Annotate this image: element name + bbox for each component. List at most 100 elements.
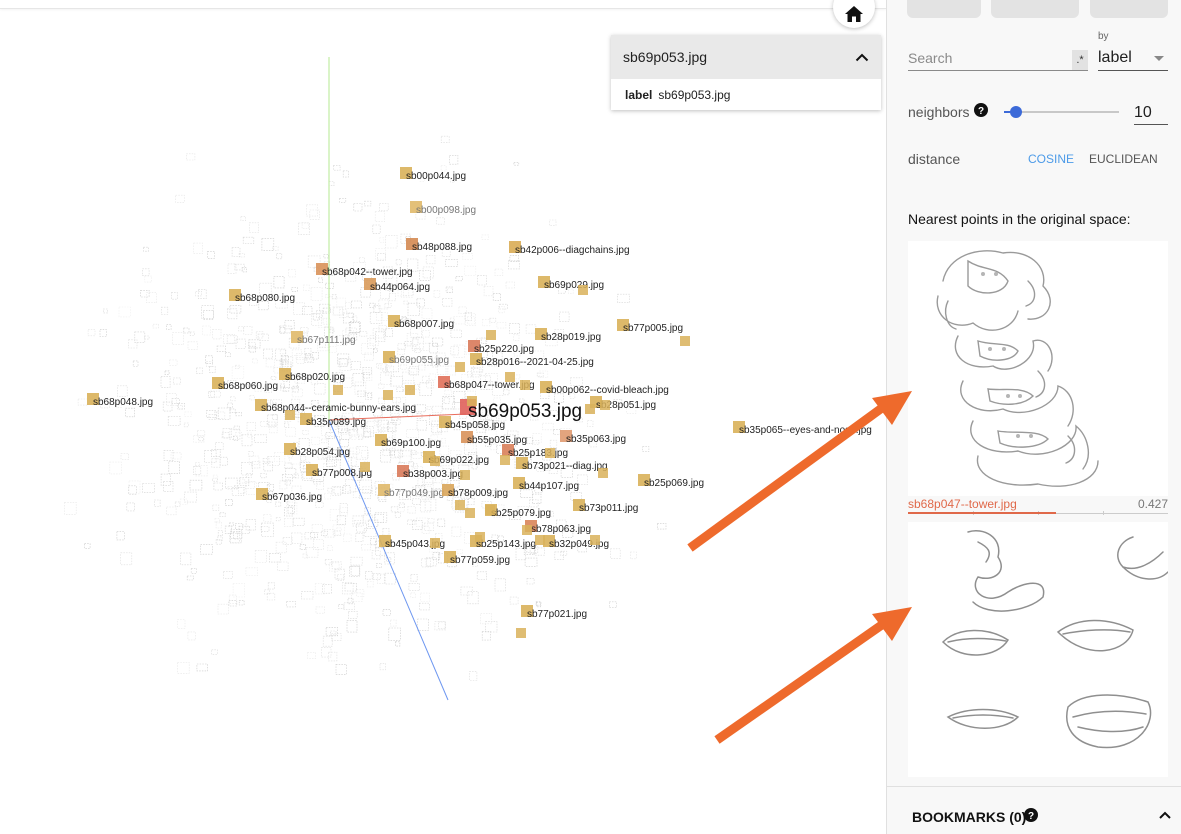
nearest-point-label[interactable]: sb68p047--tower.jpg bbox=[908, 497, 1017, 511]
help-icon[interactable]: ? bbox=[974, 103, 988, 117]
data-point[interactable]: sb28p051.jpg bbox=[590, 396, 656, 411]
svg-text:?: ? bbox=[978, 106, 984, 117]
point-thumbnail[interactable] bbox=[520, 380, 530, 390]
point-thumbnail[interactable] bbox=[505, 372, 515, 382]
data-point[interactable]: sb68p042--tower.jpg bbox=[316, 263, 413, 278]
data-point[interactable]: sb77p005.jpg bbox=[617, 319, 683, 334]
data-point[interactable]: sb68p020.jpg bbox=[279, 368, 345, 383]
data-point[interactable]: sb35p089.jpg bbox=[300, 413, 366, 428]
data-point[interactable]: sb35p065--eyes-and-nose.jpg bbox=[733, 421, 872, 436]
point-thumbnail[interactable] bbox=[545, 448, 555, 458]
background-point bbox=[222, 428, 232, 439]
data-point[interactable]: sb28p016--2021-04-25.jpg bbox=[470, 353, 594, 368]
data-point[interactable]: sb73p011.jpg bbox=[573, 499, 638, 514]
nearest-point-thumbnail[interactable] bbox=[908, 241, 1168, 496]
data-point[interactable]: sb77p021.jpg bbox=[521, 605, 587, 620]
data-point[interactable]: sb78p009.jpg bbox=[442, 484, 508, 499]
data-point[interactable]: sb77p059.jpg bbox=[444, 551, 510, 566]
neighbors-input[interactable]: 10 bbox=[1134, 101, 1168, 125]
distance-euclidean-button[interactable]: EUCLIDEAN bbox=[1089, 152, 1158, 166]
data-point[interactable]: sb68p060.jpg bbox=[212, 377, 278, 392]
point-thumbnail[interactable] bbox=[578, 285, 588, 295]
point-thumbnail[interactable] bbox=[383, 390, 393, 400]
point-thumbnail[interactable] bbox=[430, 538, 440, 548]
point-thumbnail[interactable] bbox=[333, 385, 343, 395]
data-point[interactable]: sb55p035.jpg bbox=[461, 431, 527, 446]
neighbors-slider-thumb[interactable] bbox=[1009, 106, 1022, 118]
data-point[interactable]: sb78p063.jpg bbox=[525, 520, 591, 535]
chevron-up-icon[interactable] bbox=[855, 53, 869, 62]
data-point[interactable]: sb68p048.jpg bbox=[87, 393, 153, 408]
data-point[interactable]: sb67p111.jpg bbox=[291, 331, 356, 346]
data-point[interactable]: sb69p053.jpg bbox=[460, 399, 582, 422]
data-point[interactable]: sb42p006--diagchains.jpg bbox=[509, 241, 630, 256]
background-point bbox=[238, 599, 245, 606]
background-point bbox=[354, 381, 367, 395]
data-point[interactable]: sb68p007.jpg bbox=[388, 315, 454, 330]
point-thumbnail[interactable] bbox=[535, 535, 545, 545]
labelled-points[interactable]: sb00p044.jpg sb00p098.jpg sb48p088.jpg sb42… bbox=[87, 167, 872, 638]
point-thumbnail[interactable] bbox=[486, 330, 496, 340]
data-point[interactable]: sb28p019.jpg bbox=[535, 328, 601, 343]
point-thumbnail[interactable] bbox=[598, 468, 608, 478]
projector-canvas[interactable]: sb00p044.jpg sb00p098.jpg sb48p088.jpg sb42… bbox=[0, 0, 886, 834]
nearest-point-row[interactable]: sb68p047--tower.jpg 0.427 bbox=[908, 496, 1168, 522]
background-point bbox=[328, 651, 338, 662]
data-point[interactable]: sb73p021--diag.jpg bbox=[516, 457, 608, 472]
panel-top-button-2[interactable] bbox=[991, 0, 1079, 18]
data-point[interactable]: sb00p062--covid-bleach.jpg bbox=[540, 381, 669, 396]
nearest-points-list[interactable]: sb68p047--tower.jpg 0.427 bbox=[908, 241, 1168, 785]
background-point bbox=[328, 181, 335, 186]
data-point[interactable]: sb38p003.jpg bbox=[397, 465, 463, 480]
point-thumbnail[interactable] bbox=[455, 500, 465, 510]
nearest-point-thumbnail[interactable] bbox=[908, 522, 1168, 777]
chevron-up-icon[interactable] bbox=[1159, 811, 1171, 819]
data-point[interactable]: sb67p036.jpg bbox=[256, 488, 322, 503]
help-icon[interactable]: ? bbox=[1024, 808, 1038, 822]
search-by-select[interactable]: label bbox=[1098, 45, 1168, 71]
point-thumbnail[interactable] bbox=[467, 396, 477, 406]
metadata-card-header[interactable]: sb69p053.jpg bbox=[611, 35, 881, 79]
data-point[interactable]: sb48p088.jpg bbox=[406, 238, 472, 253]
data-point[interactable]: sb25p220.jpg bbox=[468, 340, 534, 355]
embedding-scatter-plot[interactable]: sb00p044.jpg sb00p098.jpg sb48p088.jpg sb42… bbox=[0, 0, 886, 834]
search-input[interactable]: Search bbox=[908, 45, 1088, 71]
point-thumbnail[interactable] bbox=[465, 508, 475, 518]
data-point[interactable]: sb25p069.jpg bbox=[638, 474, 704, 489]
point-thumbnail[interactable] bbox=[500, 455, 510, 465]
point-thumbnail[interactable] bbox=[405, 385, 415, 395]
point-thumbnail[interactable] bbox=[455, 362, 465, 372]
data-point[interactable]: sb69p029.jpg bbox=[538, 276, 604, 291]
point-thumbnail[interactable] bbox=[585, 404, 595, 414]
data-point[interactable]: sb77p049.jpg bbox=[378, 484, 444, 499]
point-thumbnail[interactable] bbox=[460, 470, 470, 480]
panel-top-button-1[interactable] bbox=[907, 0, 981, 18]
background-point bbox=[509, 596, 519, 605]
background-point bbox=[248, 450, 254, 457]
point-thumbnail[interactable] bbox=[285, 410, 295, 420]
distance-cosine-button[interactable]: COSINE bbox=[1028, 152, 1074, 166]
point-thumbnail[interactable] bbox=[600, 400, 610, 410]
data-point[interactable]: sb68p080.jpg bbox=[229, 289, 295, 304]
background-point bbox=[219, 512, 226, 517]
data-point[interactable]: sb68p044--ceramic-bunny-ears.jpg bbox=[255, 399, 416, 414]
regex-toggle-button[interactable]: .* bbox=[1072, 50, 1088, 70]
data-point[interactable]: sb00p044.jpg bbox=[400, 167, 466, 182]
data-point[interactable]: sb00p098.jpg bbox=[410, 201, 476, 216]
data-point[interactable]: sb25p183.jpg bbox=[502, 444, 568, 459]
point-thumbnail[interactable] bbox=[475, 532, 485, 542]
point-thumbnail[interactable] bbox=[485, 505, 495, 515]
data-point[interactable]: sb35p063.jpg bbox=[560, 430, 626, 445]
point-thumbnail[interactable] bbox=[590, 535, 600, 545]
background-point bbox=[452, 402, 462, 410]
point-thumbnail[interactable] bbox=[680, 336, 690, 346]
point-thumbnail[interactable] bbox=[360, 462, 370, 472]
point-label: sb45p058.jpg bbox=[445, 420, 505, 431]
bookmarks-section[interactable]: BOOKMARKS (0) ? bbox=[887, 786, 1181, 834]
data-point[interactable]: sb44p107.jpg bbox=[513, 477, 579, 492]
point-thumbnail[interactable] bbox=[522, 525, 532, 535]
background-point bbox=[282, 537, 293, 545]
point-thumbnail[interactable] bbox=[516, 628, 526, 638]
point-thumbnail[interactable] bbox=[430, 456, 440, 466]
panel-top-button-3[interactable] bbox=[1090, 0, 1168, 18]
